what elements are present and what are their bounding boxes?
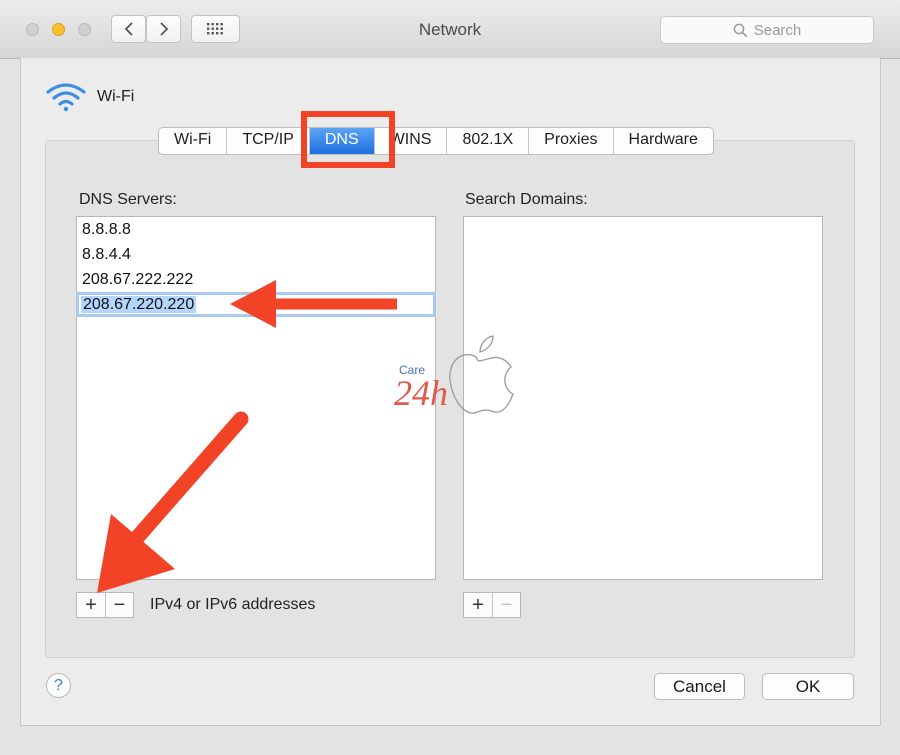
remove-dns-server-button[interactable]: − [105,593,133,617]
title-bar: Network Search [0,0,900,59]
dns-hint: IPv4 or IPv6 addresses [150,596,316,613]
dns-server-row[interactable]: 8.8.4.4 [77,242,435,267]
add-search-domain-button[interactable]: + [464,593,492,617]
search-domains-add-remove: + − [463,592,521,618]
interface-header: Wi-Fi [45,82,134,112]
wifi-icon [46,83,86,112]
tab-proxies[interactable]: Proxies [529,128,614,154]
search-placeholder: Search [753,21,802,39]
tab-8021x[interactable]: 802.1X [447,128,530,154]
tab-hardware[interactable]: Hardware [614,128,713,154]
search-domains-list[interactable] [463,216,823,580]
watermark-24h: 24h [394,373,448,413]
tab-wifi[interactable]: Wi-Fi [159,128,228,154]
search-input[interactable]: Search [660,16,874,44]
dns-add-remove: + − [76,592,134,618]
dns-servers-label: DNS Servers: [79,191,177,208]
tab-bar: Wi-Fi TCP/IP DNS WINS 802.1X Proxies Har… [158,127,714,155]
dns-server-edit-text[interactable]: 208.67.220.220 [81,296,197,313]
interface-name: Wi-Fi [97,88,135,105]
dns-server-row[interactable]: 8.8.8.8 [77,217,435,242]
add-dns-server-button[interactable]: + [77,593,105,617]
cancel-button[interactable]: Cancel [654,673,745,700]
dns-server-row-editing[interactable]: 208.67.220.220 [76,292,436,317]
remove-search-domain-button[interactable]: − [492,593,520,617]
tab-tcpip[interactable]: TCP/IP [227,128,310,154]
dns-server-row[interactable]: 208.67.222.222 [77,267,435,292]
search-icon [733,23,747,37]
search-domains-label: Search Domains: [465,191,588,208]
dns-tab-highlight-box [301,111,395,168]
dns-servers-list[interactable]: 8.8.8.8 8.8.4.4 208.67.222.222 208.67.22… [76,216,436,580]
help-button[interactable]: ? [46,673,71,698]
ok-button[interactable]: OK [762,673,854,700]
